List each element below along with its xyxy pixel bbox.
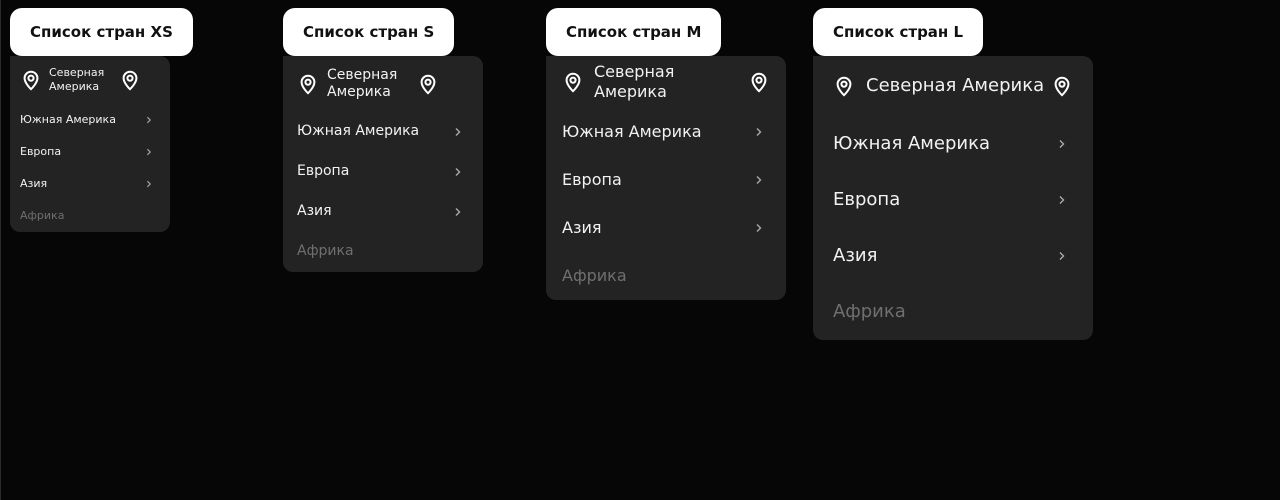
country-menu: Северная Америка Южная Америка Европа Азия А… [283,56,483,272]
chevron-right-icon [748,175,770,185]
list-title-button[interactable]: Список стран S [283,8,455,56]
menu-item[interactable]: Северная Америка [10,56,170,104]
chevron-right-icon [1051,251,1073,261]
menu-item-label: Африка [297,243,354,260]
map-pin-icon [417,73,439,95]
menu-item-label: Европа [20,145,62,159]
map-pin-icon [748,71,770,93]
menu-item-label: Северная Америка [594,62,675,101]
country-list-l: Список стран L Северная Америка Южная Амер… [813,8,1093,340]
chevron-right-icon [138,148,160,156]
country-list-m: Список стран M Северная Америка Южная Амер… [546,8,786,300]
menu-item[interactable]: Южная Америка [283,112,483,152]
menu-item-label: Африка [20,209,65,223]
menu-item-label: Азия [562,218,602,237]
list-title-button[interactable]: Список стран L [813,8,984,56]
chevron-right-icon [748,223,770,233]
chevron-right-icon [447,207,469,217]
menu-item: Африка [813,284,1093,340]
chevron-right-icon [447,167,469,177]
country-menu: Северная Америка Южная Америка Европа Азия А… [546,56,786,300]
menu-item-label: Северная Америка [49,66,105,93]
menu-item[interactable]: Северная Америка [813,56,1093,116]
menu-item-label: Южная Америка [297,123,420,140]
menu-item[interactable]: Южная Америка [546,108,786,156]
chevron-right-icon [447,127,469,137]
menu-item[interactable]: Европа [10,136,170,168]
list-title-button[interactable]: Список стран M [546,8,722,56]
country-menu: Северная Америка Южная Америка Европа Азия А… [10,56,170,232]
menu-item[interactable]: Европа [546,156,786,204]
map-pin-icon [297,73,319,95]
map-pin-icon [1051,75,1073,97]
country-menu: Северная Америка Южная Америка Европа Азия А… [813,56,1093,340]
menu-item-label: Южная Америка [833,132,990,154]
chevron-right-icon [748,127,770,137]
country-list-xs: Список стран XS Северная Америка Южная Аме… [10,8,193,232]
menu-item: Африка [10,200,170,232]
chevron-right-icon [1051,139,1073,149]
menu-item-label: Африка [562,266,627,285]
menu-item-label: Африка [833,300,906,322]
menu-item: Африка [283,232,483,272]
menu-item-label: Южная Америка [20,113,116,127]
map-pin-icon [20,69,42,91]
menu-item[interactable]: Азия [283,192,483,232]
menu-item[interactable]: Северная Америка [546,56,786,108]
menu-item[interactable]: Южная Америка [813,116,1093,172]
menu-item-label: Южная Америка [562,122,702,141]
menu-item-label: Европа [562,170,622,189]
menu-item[interactable]: Южная Америка [10,104,170,136]
menu-item: Африка [546,252,786,300]
menu-item-label: Европа [833,188,901,210]
menu-item[interactable]: Азия [10,168,170,200]
map-pin-icon [833,75,855,97]
menu-item-label: Европа [297,163,350,180]
country-list-s: Список стран S Северная Америка Южная Амер… [283,8,483,272]
menu-item-label: Северная Америка [866,74,1045,96]
map-pin-icon [562,71,584,93]
menu-item[interactable]: Европа [283,152,483,192]
menu-item-label: Азия [297,203,332,220]
menu-item[interactable]: Северная Америка [283,56,483,112]
list-title-button[interactable]: Список стран XS [10,8,193,56]
map-pin-icon [119,69,141,91]
chevron-right-icon [1051,195,1073,205]
menu-item[interactable]: Европа [813,172,1093,228]
menu-item-label: Азия [20,177,48,191]
menu-item-label: Азия [833,244,878,266]
menu-item[interactable]: Азия [546,204,786,252]
chevron-right-icon [138,116,160,124]
chevron-right-icon [138,180,160,188]
menu-item-label: Северная Америка [327,66,398,101]
menu-item[interactable]: Азия [813,228,1093,284]
